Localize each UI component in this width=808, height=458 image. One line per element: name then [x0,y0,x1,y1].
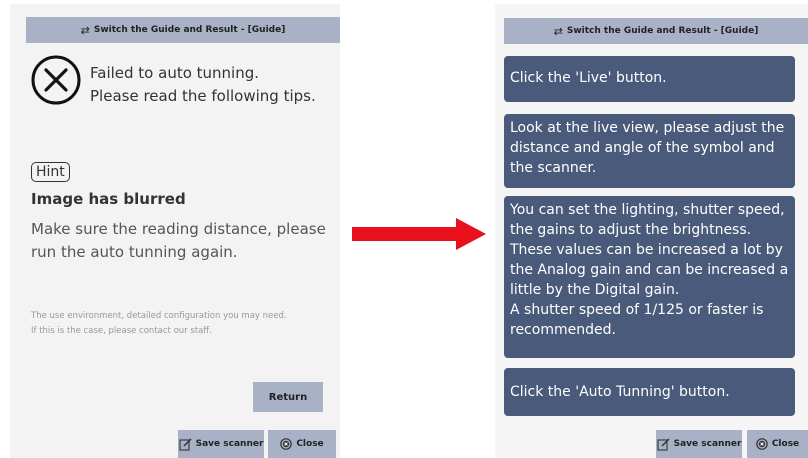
contact-note-line2: If this is the case, please contact our … [31,326,212,336]
failure-message-line1: Failed to auto tunning. [90,64,260,82]
guide-step-text: Look at the live view, please adjust the… [510,120,785,176]
edit-note-icon [179,437,192,451]
guide-step-text: Click the 'Live' button. [510,70,667,86]
return-button[interactable]: Return [253,382,323,412]
close-button[interactable]: Close [747,430,808,458]
swap-arrows-icon: ⇄ [553,24,563,38]
result-panel: ⇄ Switch the Guide and Result - [Guide] … [10,4,340,458]
failure-message: Failed to auto tunning. Please read the … [90,62,316,108]
guide-step-3: You can set the lighting, shutter speed,… [504,196,795,358]
switch-button-label: Switch the Guide and Result - [Guide] [93,25,286,35]
guide-panel: ⇄ Switch the Guide and Result - [Guide] … [495,4,808,458]
close-label: Close [296,439,324,449]
edit-note-icon [657,437,670,451]
contact-note: The use environment, detailed configurat… [31,309,331,339]
save-scanner-label: Save scanner [673,439,742,449]
contact-note-line1: The use environment, detailed configurat… [31,311,287,321]
save-scanner-button[interactable]: Save scanner [656,430,742,458]
save-scanner-button[interactable]: Save scanner [178,430,264,458]
x-circle-icon [31,55,81,105]
guide-step-text-shutter: A shutter speed of 1/125 or faster is re… [510,302,764,338]
close-circle-icon [280,438,293,450]
swap-arrows-icon: ⇄ [80,23,90,37]
save-scanner-label: Save scanner [195,439,264,449]
guide-step-text: You can set the lighting, shutter speed,… [510,202,789,298]
switch-guide-result-button[interactable]: ⇄ Switch the Guide and Result - [Guide] [504,18,808,44]
failure-message-line2: Please read the following tips. [90,87,316,105]
switch-guide-result-button[interactable]: ⇄ Switch the Guide and Result - [Guide] [26,17,340,43]
hint-body: Make sure the reading distance, please r… [31,220,326,261]
hint-title: Image has blurred [31,190,186,208]
guide-step-1: Click the 'Live' button. [504,56,795,102]
guide-step-2: Look at the live view, please adjust the… [504,114,795,188]
close-circle-icon [756,438,768,450]
guide-step-4: Click the 'Auto Tunning' button. [504,368,795,416]
close-button[interactable]: Close [268,430,336,458]
right-arrow [352,218,486,250]
hint-badge: Hint [31,162,70,182]
guide-step-text: Click the 'Auto Tunning' button. [510,384,730,400]
close-label: Close [771,439,800,449]
switch-button-label: Switch the Guide and Result - [Guide] [566,26,759,36]
